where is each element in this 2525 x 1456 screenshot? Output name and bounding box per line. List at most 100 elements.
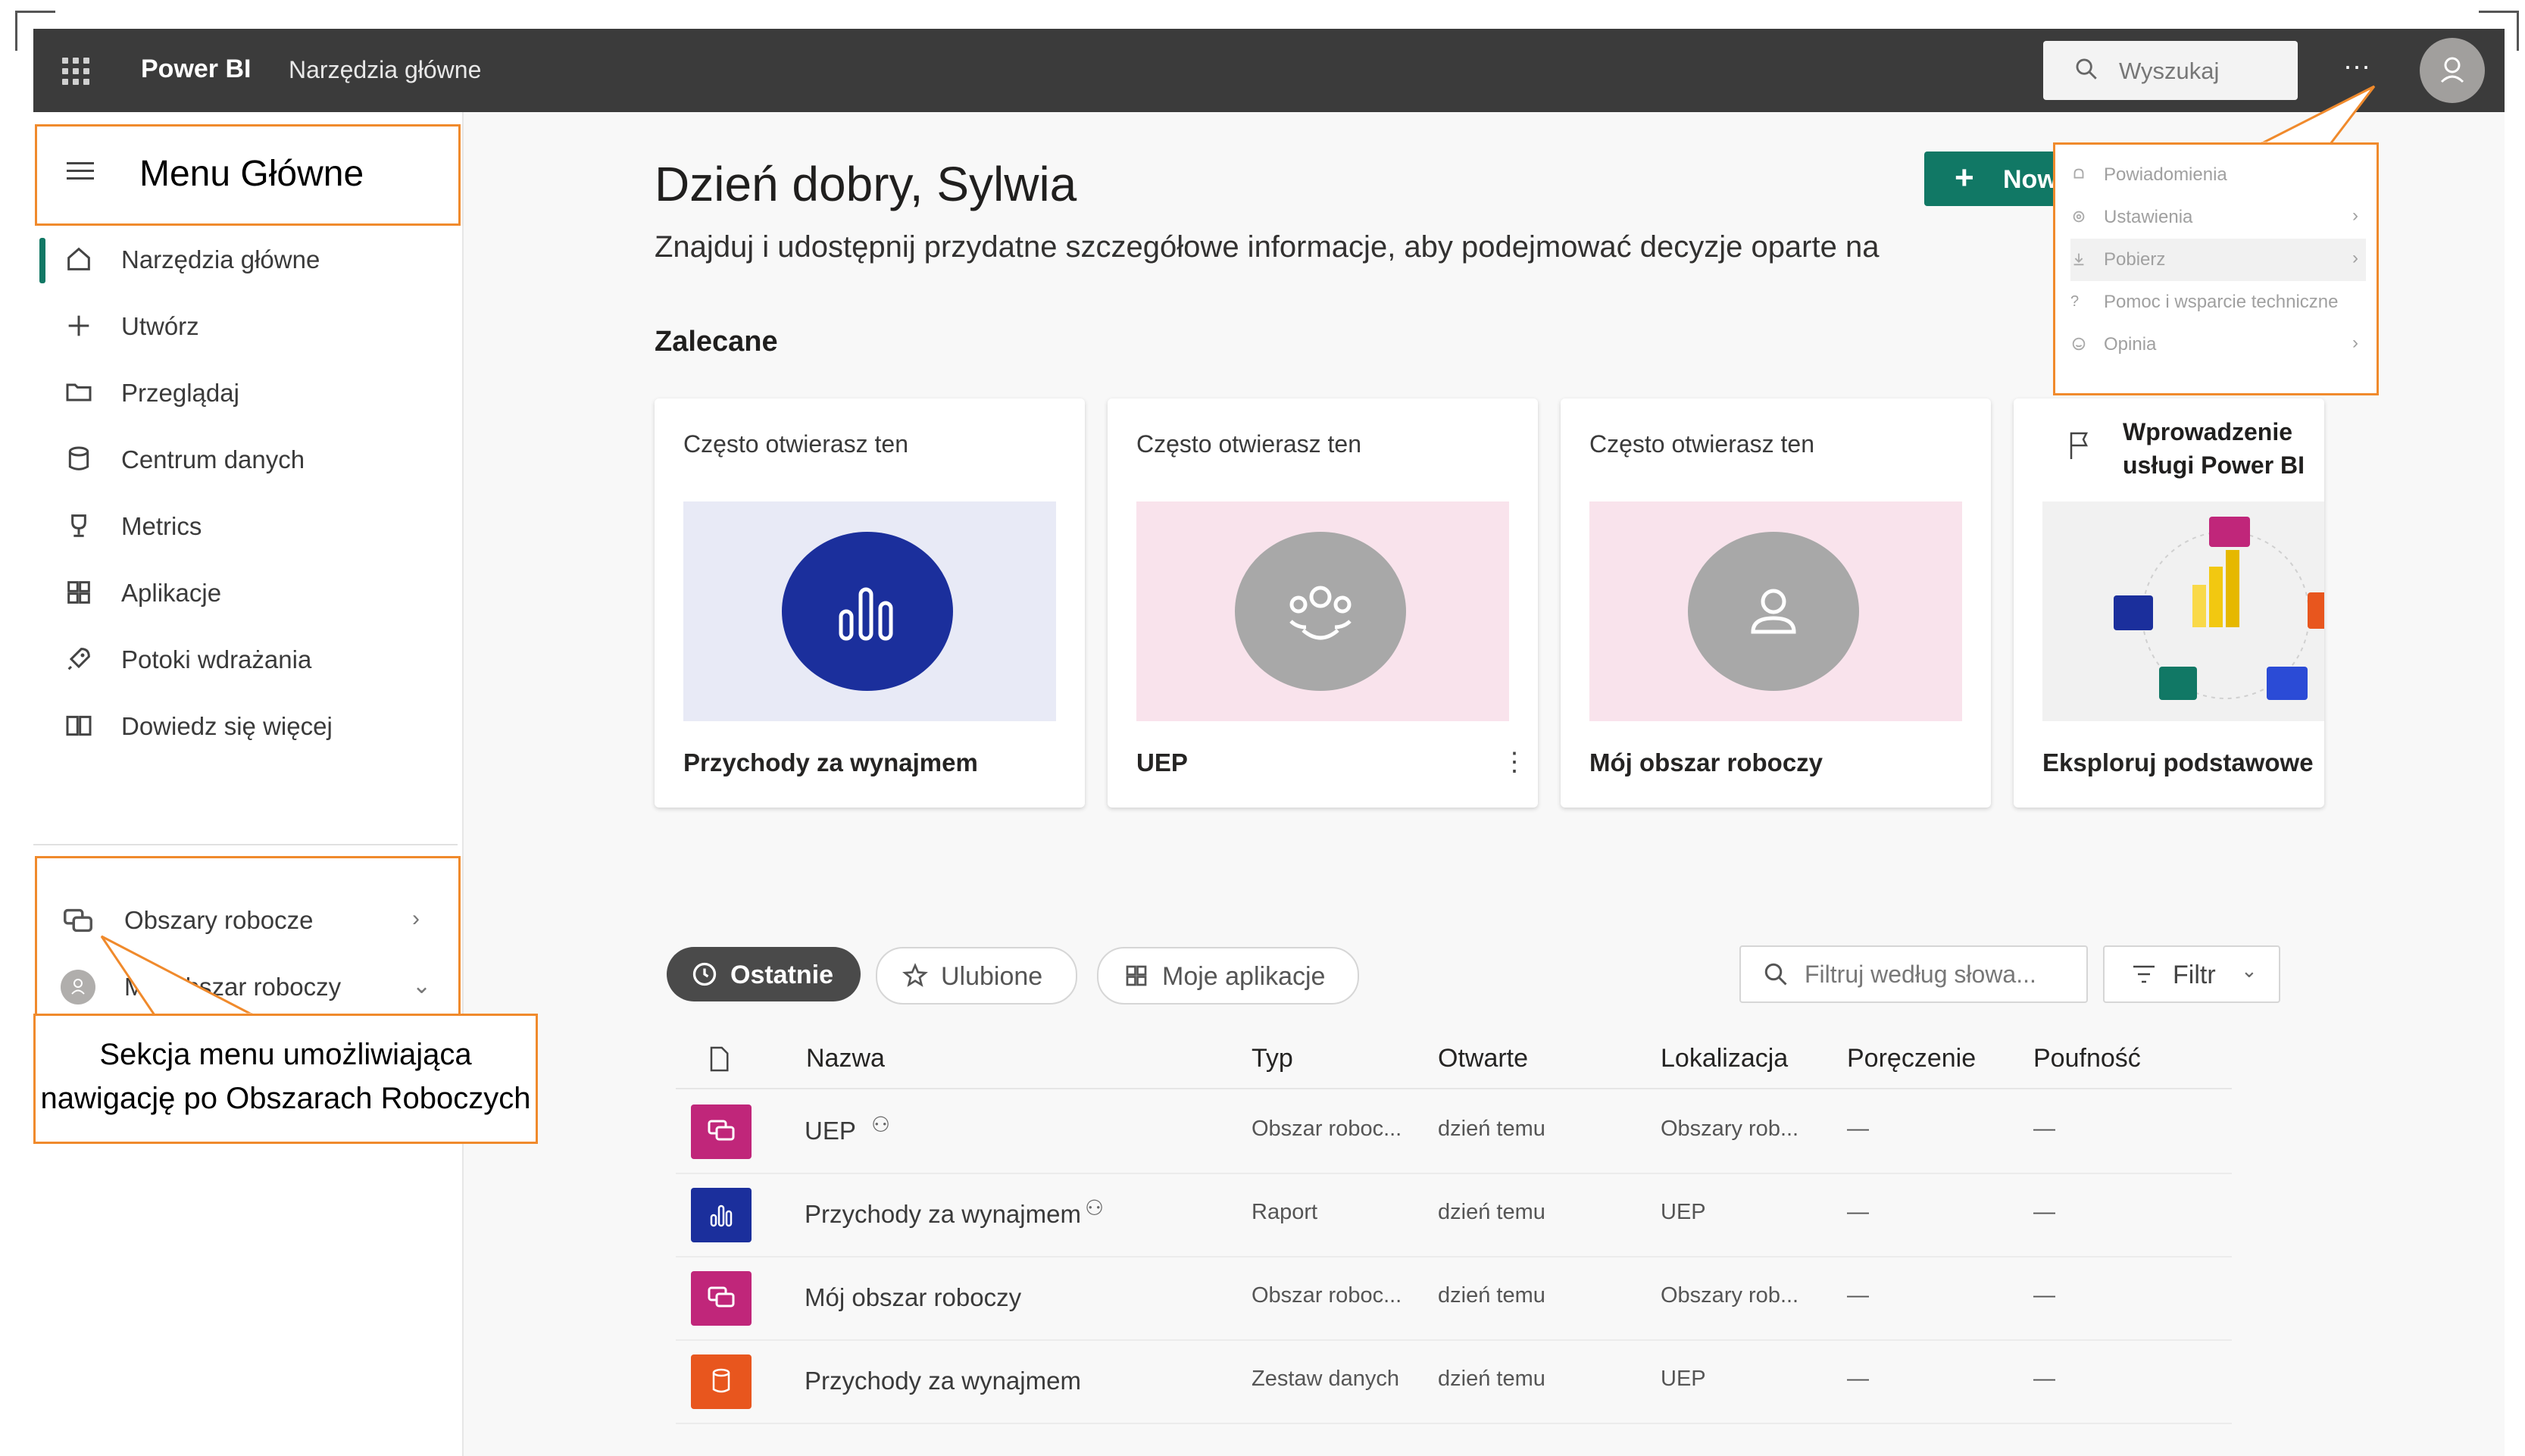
column-header[interactable]: Typ xyxy=(1252,1044,1293,1073)
sidebar-item-label: Narzędzia główne xyxy=(121,245,320,273)
book-icon xyxy=(66,715,92,736)
clock-icon xyxy=(692,962,717,986)
report-icon xyxy=(782,532,953,691)
table-row[interactable]: Mój obszar roboczy Obszar roboc... dzień… xyxy=(676,1256,2232,1341)
card-thumbnail xyxy=(1136,501,1509,721)
tab-recent[interactable]: Ostatnie xyxy=(667,947,861,1001)
column-header[interactable]: Poufność xyxy=(2033,1044,2141,1073)
card-title-line: Wprowadzenie xyxy=(2123,418,2293,445)
menu-item-help[interactable]: ? Pomoc i wsparcie techniczne xyxy=(2070,281,2366,323)
column-header[interactable]: Nazwa xyxy=(806,1044,885,1073)
group-icon xyxy=(1235,532,1406,691)
menu-item-download[interactable]: Pobierz › xyxy=(2070,239,2366,281)
power-bi-illustration xyxy=(2114,517,2324,700)
folder-icon xyxy=(66,383,92,401)
sidebar: Menu Główne Narzędzia główne Utwórz Prze… xyxy=(33,112,464,1456)
item-name[interactable]: Mój obszar roboczy xyxy=(805,1283,1021,1312)
menu-highlight-box xyxy=(35,124,461,226)
table-row[interactable]: UEP ⚇ Obszar roboc... dzień temu Obszary… xyxy=(676,1089,2232,1174)
menu-item-settings[interactable]: Ustawienia › xyxy=(2070,196,2366,239)
card-title: Mój obszar roboczy xyxy=(1589,748,1823,776)
recommended-card[interactable]: Często otwierasz ten Mój obszar roboczy xyxy=(1561,398,1991,808)
chevron-right-icon: › xyxy=(2352,333,2358,353)
menu-item-notifications[interactable]: Powiadomienia xyxy=(2070,154,2366,196)
menu-item-feedback[interactable]: Opinia › xyxy=(2070,323,2366,366)
column-header[interactable]: Poręczenie xyxy=(1847,1044,1976,1073)
sidebar-item-create[interactable]: Utwórz xyxy=(33,294,458,361)
item-name[interactable]: Przychody za wynajmem xyxy=(805,1367,1081,1395)
item-opened: dzień temu xyxy=(1438,1283,1545,1308)
file-icon xyxy=(710,1046,729,1072)
shared-icon: ⚇ xyxy=(1085,1196,1105,1220)
card-thumbnail xyxy=(1589,501,1962,721)
item-location[interactable]: Obszary rob... xyxy=(1661,1283,1798,1308)
sidebar-item-learn[interactable]: Dowiedz się więcej xyxy=(33,694,458,761)
dropdown-pointer xyxy=(2260,85,2376,145)
more-options-button[interactable]: ... xyxy=(2344,44,2371,76)
search-icon xyxy=(1764,963,1787,986)
card-hint: Często otwierasz ten xyxy=(1136,430,1362,458)
item-name[interactable]: UEP xyxy=(805,1117,856,1145)
sidebar-item-data-hub[interactable]: Centrum danych xyxy=(33,427,458,494)
menu-item-label: Ustawienia xyxy=(2104,207,2193,227)
item-name[interactable]: Przychody za wynajmem xyxy=(805,1200,1081,1229)
item-sensitivity: — xyxy=(2033,1283,2055,1308)
filter-keyword-input[interactable]: Filtruj według słowa... xyxy=(1739,945,2088,1003)
card-title: Przychody za wynajmem xyxy=(683,748,978,776)
card-title: Wprowadzenie usługi Power BI xyxy=(2123,415,2305,482)
dataset-icon xyxy=(691,1354,752,1409)
item-opened: dzień temu xyxy=(1438,1200,1545,1224)
user-avatar-icon xyxy=(2440,57,2464,83)
tab-favorites[interactable]: Ulubione xyxy=(876,947,1077,1005)
star-icon xyxy=(902,963,928,987)
sidebar-item-label: Metrics xyxy=(121,512,202,540)
item-endorsement: — xyxy=(1847,1367,1869,1391)
apps-icon xyxy=(1126,965,1147,986)
breadcrumb: Narzędzia główne xyxy=(289,56,482,83)
plus-icon: + xyxy=(1955,159,1974,196)
menu-item-label: Powiadomienia xyxy=(2104,164,2227,185)
account-avatar[interactable] xyxy=(2420,38,2485,103)
recommended-card[interactable]: Wprowadzenie usługi Power BI Eksploruj p… xyxy=(2014,398,2324,808)
recommended-heading: Zalecane xyxy=(655,326,778,358)
table-row[interactable]: Przychody za wynajmem ⚇ Raport dzień tem… xyxy=(676,1173,2232,1258)
sidebar-item-pipelines[interactable]: Potoki wdrażania xyxy=(33,627,458,694)
plus-icon xyxy=(68,315,89,336)
menu-item-label: Pomoc i wsparcie techniczne xyxy=(2104,292,2339,312)
column-header[interactable]: Otwarte xyxy=(1438,1044,1528,1073)
item-location[interactable]: UEP xyxy=(1661,1200,1706,1225)
sidebar-item-home[interactable]: Narzędzia główne xyxy=(33,227,458,294)
filter-button[interactable]: Filtr ⌄ xyxy=(2103,945,2280,1003)
shared-icon: ⚇ xyxy=(871,1113,891,1136)
sidebar-item-label: Przeglądaj xyxy=(121,379,239,407)
card-hint: Często otwierasz ten xyxy=(683,430,909,458)
recommended-card[interactable]: Często otwierasz ten UEP ⋮ xyxy=(1108,398,1538,808)
rocket-icon xyxy=(67,648,90,670)
sidebar-item-label: Potoki wdrażania xyxy=(121,645,312,673)
sidebar-divider xyxy=(33,844,458,845)
table-row[interactable]: Przychody za wynajmem Zestaw danych dzie… xyxy=(676,1339,2232,1424)
recommended-card[interactable]: Często otwierasz ten Przychody za wynajm… xyxy=(655,398,1085,808)
person-icon xyxy=(1688,532,1859,691)
column-header[interactable]: Lokalizacja xyxy=(1661,1044,1788,1073)
card-hint: Często otwierasz ten xyxy=(1589,430,1815,458)
help-icon: ? xyxy=(2070,293,2080,310)
tab-my-apps[interactable]: Moje aplikacje xyxy=(1097,947,1359,1005)
apps-icon xyxy=(67,581,90,604)
card-more-options-icon[interactable]: ⋮ xyxy=(1502,747,1527,777)
sidebar-item-metrics[interactable]: Metrics xyxy=(33,494,458,561)
item-location[interactable]: UEP xyxy=(1661,1367,1706,1392)
chevron-right-icon: › xyxy=(2352,205,2358,226)
sidebar-item-browse[interactable]: Przeglądaj xyxy=(33,361,458,427)
sidebar-item-apps[interactable]: Aplikacje xyxy=(33,561,458,627)
chevron-right-icon: › xyxy=(2352,248,2358,268)
card-title-line: usługi Power BI xyxy=(2123,451,2305,479)
item-location[interactable]: Obszary rob... xyxy=(1661,1117,1798,1142)
more-options-menu: Powiadomienia Ustawienia › Pobierz › ? P… xyxy=(2053,142,2379,395)
table-header: Nazwa Typ Otwarte Lokalizacja Poręczenie… xyxy=(676,1027,2232,1089)
brand-name[interactable]: Power BI xyxy=(141,55,251,84)
feedback-icon xyxy=(2072,337,2086,351)
app-launcher-icon[interactable] xyxy=(62,58,89,85)
item-endorsement: — xyxy=(1847,1200,1869,1224)
home-icon xyxy=(67,247,90,270)
